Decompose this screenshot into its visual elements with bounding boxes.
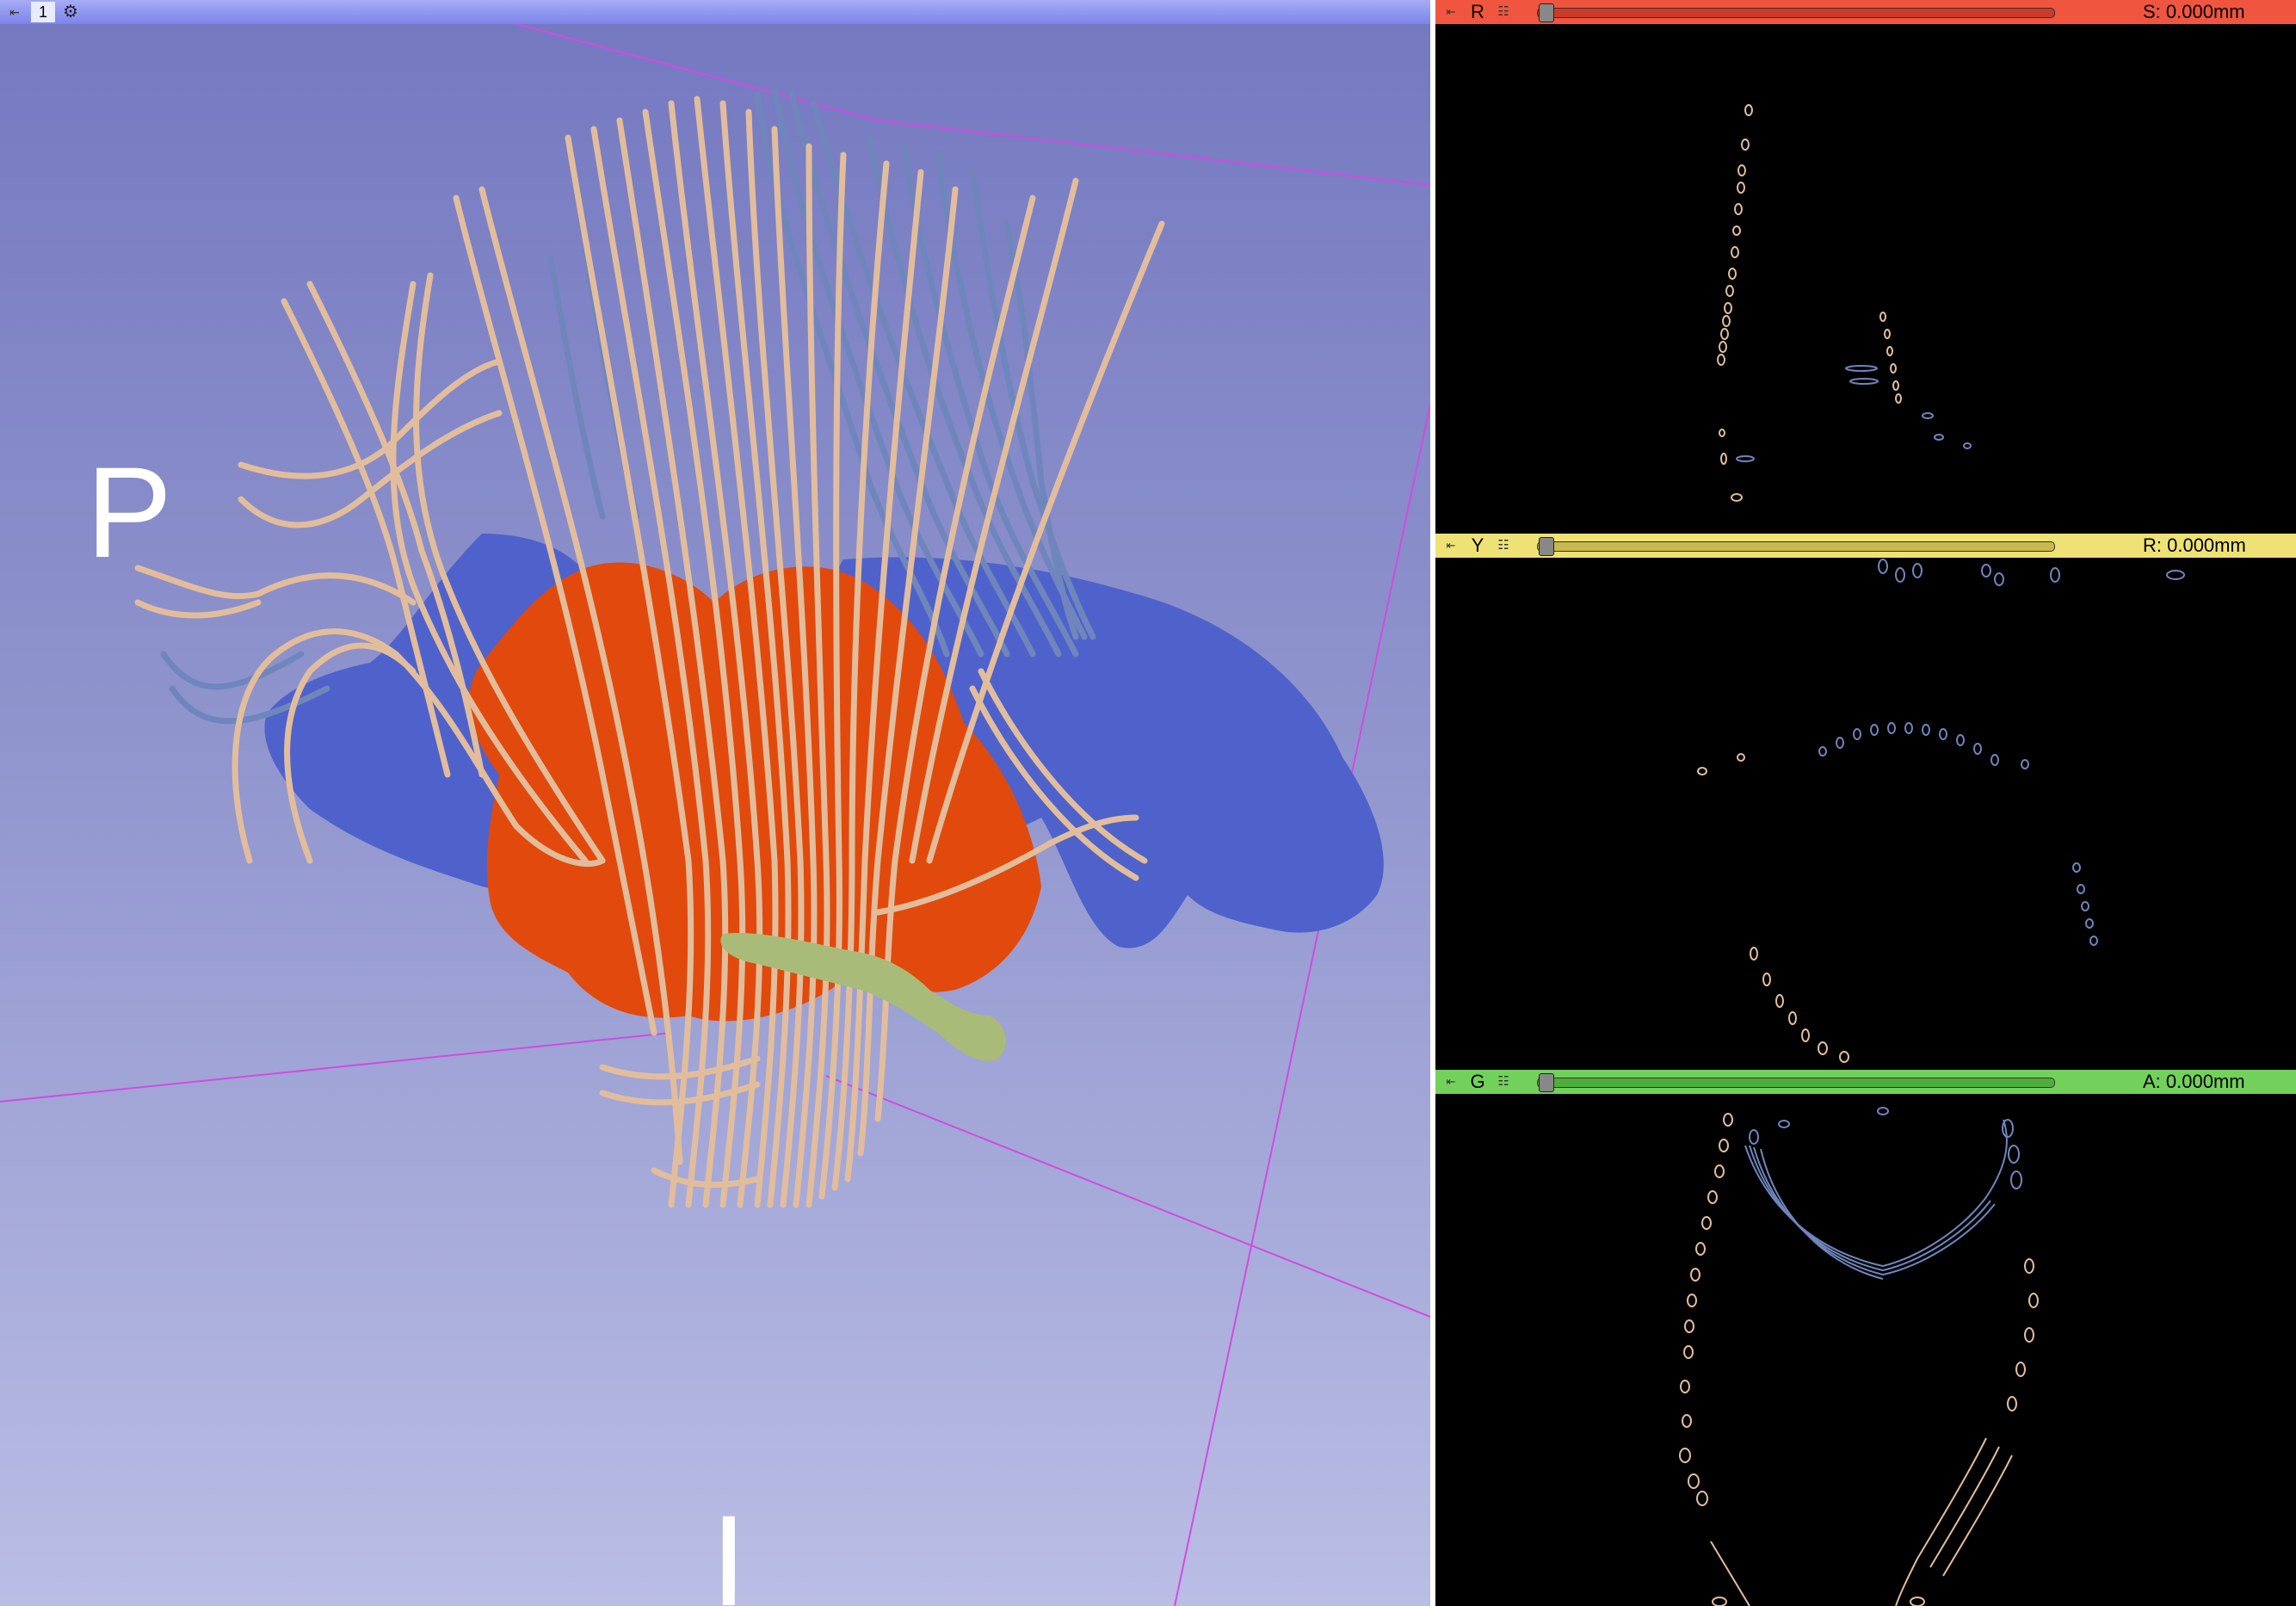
bbox-line — [825, 1075, 1430, 1318]
slice-offset-yellow: R: 0.000mm — [2143, 534, 2246, 556]
slice-canvas-red[interactable] — [1435, 24, 2296, 534]
tan-fiber-sections — [1697, 753, 1849, 1063]
slider-handle-yellow[interactable] — [1539, 537, 1554, 556]
slice-view-yellow[interactable]: ⇤ Y ☷ R: 0.000mm — [1435, 534, 2296, 1070]
bbox-line — [1174, 404, 1430, 1606]
slice-offset-green: A: 0.000mm — [2143, 1071, 2245, 1092]
slice-letter-red: R — [1471, 1, 1484, 22]
slice-offset-slider-red[interactable] — [1537, 8, 2055, 18]
link-icon[interactable]: ☷ — [1492, 537, 1515, 554]
view-number-button[interactable]: 1 — [31, 2, 55, 22]
pin-icon[interactable]: ⇤ — [1442, 1073, 1460, 1090]
slider-handle-green[interactable] — [1539, 1073, 1554, 1092]
slice-view-red[interactable]: ⇤ R ☷ S: 0.000mm — [1435, 0, 2296, 534]
slider-handle-red[interactable] — [1539, 3, 1554, 22]
gear-icon[interactable]: ⚙ — [60, 2, 81, 22]
slice-offset-slider-yellow[interactable] — [1537, 541, 2055, 552]
blue-fiber-sections — [1744, 1107, 2022, 1280]
pin-icon[interactable]: ⇤ — [1442, 537, 1460, 554]
orientation-label-inferior: I — [711, 1488, 747, 1606]
slice-canvas-green[interactable] — [1435, 1094, 2296, 1606]
orientation-label-posterior: P — [86, 440, 173, 584]
slice-controller-bar-red: ⇤ R ☷ S: 0.000mm — [1435, 0, 2296, 24]
blue-fiber-sections — [1818, 559, 2185, 946]
slice-letter-green: G — [1470, 1071, 1485, 1092]
slice-canvas-yellow[interactable] — [1435, 558, 2296, 1070]
pin-icon[interactable]: ⇤ — [1442, 3, 1460, 21]
3d-scene[interactable] — [0, 24, 1430, 1606]
3d-view-controller-bar: ⇤ 1 ⚙ — [0, 0, 1430, 24]
3d-view[interactable]: ⇤ 1 ⚙ P I — [0, 0, 1430, 1606]
pin-icon[interactable]: ⇤ — [5, 4, 24, 20]
link-icon[interactable]: ☷ — [1492, 1073, 1515, 1090]
tan-fiber-sections — [1679, 1113, 2039, 1606]
link-icon[interactable]: ☷ — [1492, 3, 1515, 21]
bbox-line — [877, 120, 1430, 186]
slice-controller-bar-yellow: ⇤ Y ☷ R: 0.000mm — [1435, 534, 2296, 558]
slice-letter-yellow: Y — [1471, 534, 1484, 556]
bbox-line — [0, 1032, 672, 1103]
blue-fiber-sections — [1736, 365, 1972, 462]
slice-view-green[interactable]: ⇤ G ☷ A: 0.000mm — [1435, 1070, 2296, 1606]
tan-fiber-sections — [1717, 104, 1902, 502]
slice-offset-slider-green[interactable] — [1537, 1078, 2055, 1088]
slice-controller-bar-green: ⇤ G ☷ A: 0.000mm — [1435, 1070, 2296, 1094]
slice-offset-red: S: 0.000mm — [2143, 1, 2245, 22]
